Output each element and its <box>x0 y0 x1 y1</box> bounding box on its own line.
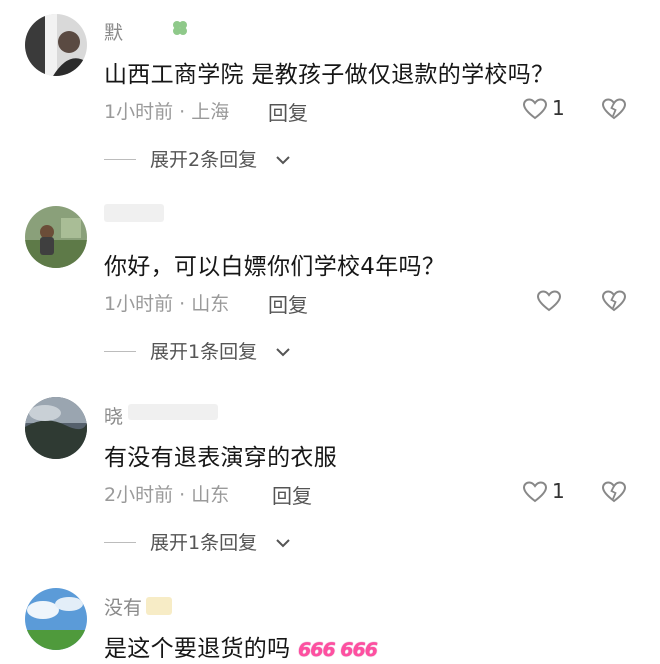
comment-time: 2小时前 <box>104 484 174 506</box>
expand-divider <box>104 542 136 543</box>
avatar[interactable] <box>25 588 87 650</box>
comment-location: 山东 <box>191 293 230 315</box>
expand-divider <box>104 351 136 352</box>
username-mask <box>104 204 164 222</box>
comment-text: 山西工商学院 是教孩子做仅退款的学校吗？ <box>104 62 555 88</box>
username-mask <box>146 597 172 615</box>
meta-separator: · <box>173 101 192 123</box>
dislike-button[interactable] <box>601 95 629 125</box>
broken-heart-icon <box>601 98 627 120</box>
heart-outline-icon <box>522 98 548 120</box>
comment-meta: 1小时前 · 上海 <box>104 97 229 124</box>
username[interactable]: 默 <box>104 18 123 45</box>
clover-badge-icon <box>170 18 190 42</box>
comment-item: 你好，可以白嫖你们学校4年吗？ 1小时前 · 山东 回复 展开1条回复 <box>0 190 660 380</box>
comment-text: 你好，可以白嫖你们学校4年吗？ <box>104 254 446 280</box>
like-button[interactable]: 1 <box>522 95 565 125</box>
username[interactable]: 晓 <box>104 402 123 429</box>
username-mask <box>128 404 218 420</box>
meta-separator: · <box>173 293 192 315</box>
comment-text: 有没有退表演穿的衣服 <box>104 445 337 471</box>
expand-label: 展开1条回复 <box>150 532 258 554</box>
chevron-down-icon <box>276 348 290 357</box>
comment-item: 晓 有没有退表演穿的衣服 2小时前 · 山东 回复 1 展开1条回复 <box>0 380 660 575</box>
avatar[interactable] <box>25 206 87 268</box>
expand-replies-button[interactable]: 展开2条回复 <box>104 145 304 175</box>
reply-button[interactable]: 回复 <box>268 97 308 126</box>
like-button[interactable] <box>536 287 576 317</box>
broken-heart-icon <box>601 290 627 312</box>
username[interactable]: 没有 <box>104 593 142 620</box>
expand-divider <box>104 159 136 160</box>
avatar[interactable] <box>25 14 87 76</box>
chevron-down-icon <box>276 156 290 165</box>
comment-time: 1小时前 <box>104 293 174 315</box>
expand-label: 展开2条回复 <box>150 149 258 171</box>
comment-location: 山东 <box>191 484 230 506</box>
heart-outline-icon <box>536 290 562 312</box>
like-count: 1 <box>552 479 565 503</box>
expand-replies-button[interactable]: 展开1条回复 <box>104 528 304 558</box>
comment-text-body: 是这个要退货的吗 <box>104 636 291 662</box>
comment-location: 上海 <box>191 101 230 123</box>
comment-meta: 2小时前 · 山东 <box>104 480 229 507</box>
dislike-button[interactable] <box>601 478 629 508</box>
expand-replies-button[interactable]: 展开1条回复 <box>104 337 304 367</box>
reply-button[interactable]: 回复 <box>272 480 312 509</box>
like-button[interactable]: 1 <box>522 478 565 508</box>
broken-heart-icon <box>601 481 627 503</box>
expand-label: 展开1条回复 <box>150 341 258 363</box>
meta-separator: · <box>173 484 192 506</box>
like-count: 1 <box>552 96 565 120</box>
comment-item: 默 山西工商学院 是教孩子做仅退款的学校吗？ 1小时前 · 上海 回复 1 展开… <box>0 0 660 190</box>
avatar[interactable] <box>25 397 87 459</box>
comment-meta: 1小时前 · 山东 <box>104 289 229 316</box>
comment-time: 1小时前 <box>104 101 174 123</box>
comment-item: 没有 是这个要退货的吗 666 666 <box>0 575 660 664</box>
reply-button[interactable]: 回复 <box>268 289 308 318</box>
666-emoji: 666 666 <box>298 638 378 661</box>
heart-outline-icon <box>522 481 548 503</box>
dislike-button[interactable] <box>601 287 629 317</box>
comment-text: 是这个要退货的吗 666 666 <box>104 629 378 663</box>
chevron-down-icon <box>276 539 290 548</box>
